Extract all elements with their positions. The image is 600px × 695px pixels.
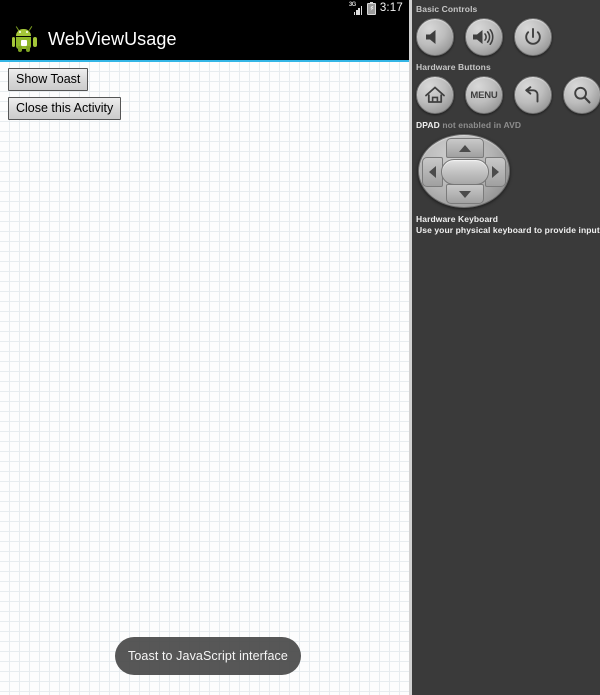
hardware-keyboard-title: Hardware Keyboard	[416, 214, 499, 224]
dpad	[418, 134, 510, 208]
hardware-buttons-row: MENU	[412, 76, 600, 114]
webview-content: Show Toast Close this Activity Toast to …	[0, 62, 409, 695]
signal-bars-glyph	[353, 6, 363, 15]
arrow-up-icon	[459, 144, 471, 152]
menu-button[interactable]: MENU	[465, 76, 503, 114]
toast-message: Toast to JavaScript interface	[115, 637, 301, 675]
status-bar-icons: 3G 3:17	[349, 1, 403, 15]
dpad-label-muted: not enabled in AVD	[439, 120, 522, 130]
action-bar: WebViewUsage	[0, 18, 409, 60]
emulator-screen: 3G 3:17 WebViewUsage Show Toast Close th…	[0, 0, 412, 695]
volume-up-icon	[473, 29, 494, 45]
menu-label: MENU	[470, 89, 498, 101]
dpad-up-button[interactable]	[446, 138, 484, 158]
volume-down-button[interactable]	[416, 18, 454, 56]
toast-text: Toast to JavaScript interface	[128, 649, 288, 663]
dpad-label: DPAD not enabled in AVD	[412, 120, 600, 131]
battery-charging-icon	[366, 1, 376, 15]
close-activity-button[interactable]: Close this Activity	[8, 97, 122, 120]
basic-controls-row	[412, 18, 600, 56]
dpad-center-button[interactable]	[441, 159, 489, 185]
back-button[interactable]	[514, 76, 552, 114]
basic-controls-label: Basic Controls	[416, 4, 478, 14]
show-toast-button[interactable]: Show Toast	[8, 68, 89, 91]
signal-bars-icon: 3G	[349, 2, 363, 15]
arrow-left-icon	[429, 166, 436, 178]
emulator-control-panel: Basic Controls Hardware Buttons MENU DPA…	[412, 0, 600, 695]
search-icon	[574, 86, 591, 104]
app-title: WebViewUsage	[48, 28, 177, 49]
volume-up-button[interactable]	[465, 18, 503, 56]
dpad-down-button[interactable]	[446, 184, 484, 204]
dpad-left-button[interactable]	[422, 157, 443, 187]
status-bar: 3G 3:17	[0, 0, 409, 18]
hardware-buttons-label: Hardware Buttons	[416, 62, 491, 72]
power-button[interactable]	[514, 18, 552, 56]
android-robot-icon	[11, 25, 37, 52]
volume-down-icon	[426, 30, 436, 44]
home-icon	[425, 86, 445, 103]
arrow-down-icon	[459, 190, 471, 198]
power-icon	[525, 28, 541, 45]
home-button[interactable]	[416, 76, 454, 114]
hardware-keyboard-description: Use your physical keyboard to provide in…	[416, 225, 600, 235]
status-clock: 3:17	[379, 2, 403, 15]
webview-button-group: Show Toast Close this Activity	[0, 62, 409, 120]
search-button[interactable]	[563, 76, 600, 114]
dpad-label-strong: DPAD	[416, 120, 440, 130]
arrow-right-icon	[492, 166, 499, 178]
dpad-wrapper	[412, 134, 600, 208]
back-arrow-icon	[525, 86, 539, 103]
